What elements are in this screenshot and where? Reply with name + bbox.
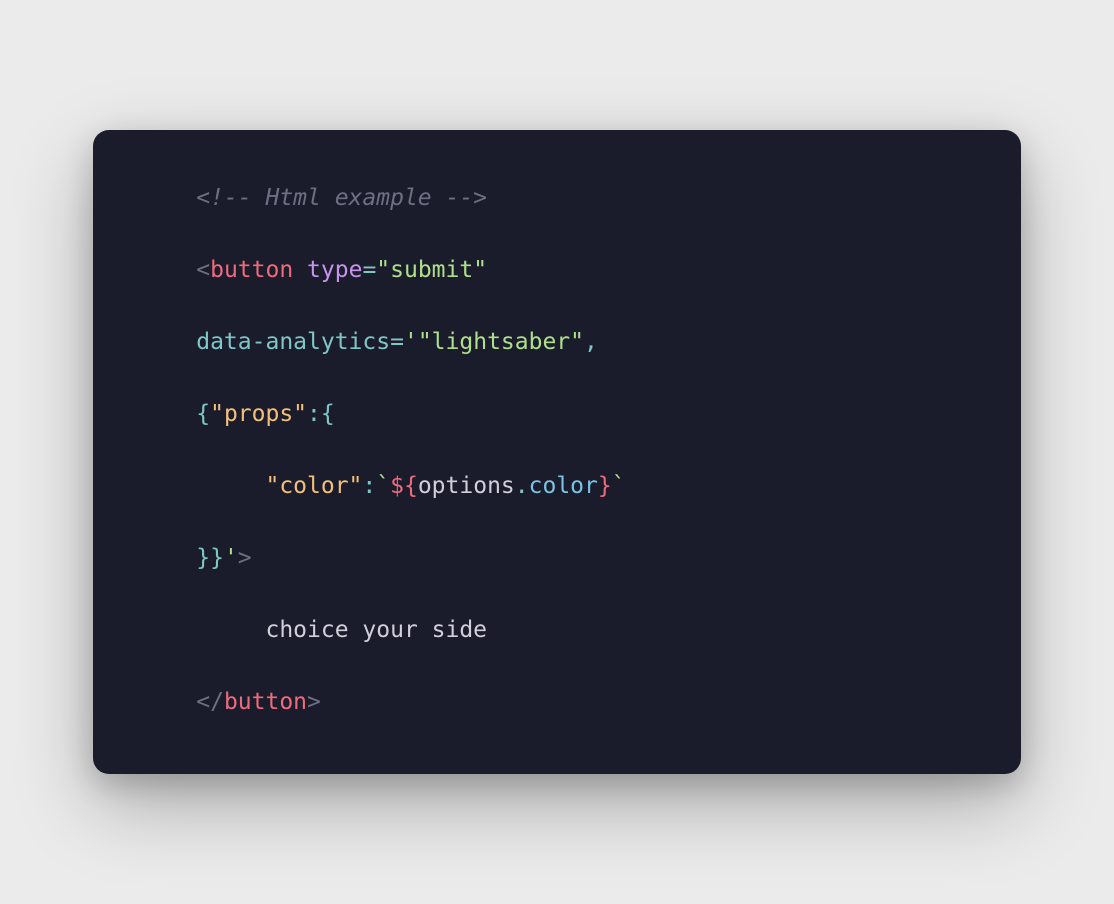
tag-name: button	[210, 257, 293, 283]
code-line: {"props":{	[127, 396, 987, 432]
code-snippet-card: <!-- Html example --> <button type="subm…	[93, 130, 1021, 774]
attr-name: type	[307, 257, 362, 283]
attr-name: data-analytics	[196, 329, 390, 355]
code-line: choice your side	[127, 612, 987, 648]
button-text: choice your side	[265, 617, 487, 643]
code-line: data-analytics='"lightsaber",	[127, 324, 987, 360]
code-line: "color":`${options.color}`	[127, 468, 987, 504]
attr-value: "submit"	[376, 257, 487, 283]
code-line: <button type="submit"	[127, 252, 987, 288]
blank-line	[127, 756, 987, 774]
tag-name: button	[224, 689, 307, 715]
code-line: <!-- Html example -->	[127, 180, 987, 216]
code-block: <!-- Html example --> <button type="subm…	[127, 180, 987, 774]
code-line: </button>	[127, 684, 987, 720]
comment: <!-- Html example -->	[196, 185, 487, 211]
code-line: }}'>	[127, 540, 987, 576]
